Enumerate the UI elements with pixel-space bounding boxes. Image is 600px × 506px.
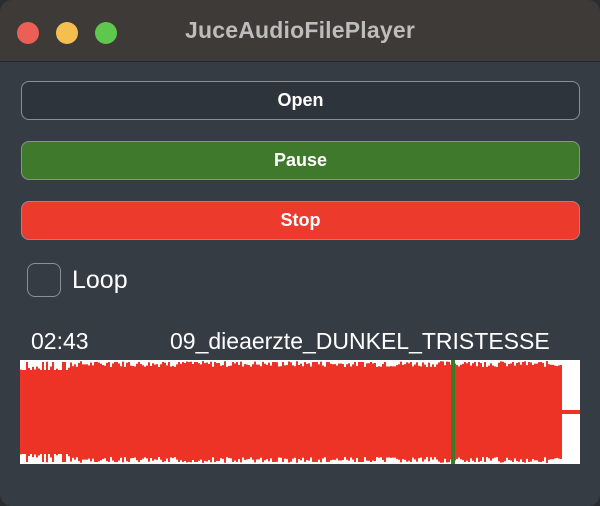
loop-checkbox[interactable] — [27, 263, 61, 297]
pause-button[interactable]: Pause — [21, 141, 580, 180]
waveform-display[interactable] — [20, 360, 580, 464]
app-window: JuceAudioFilePlayer Open Pause Stop Loop… — [0, 0, 600, 506]
window-title: JuceAudioFilePlayer — [184, 17, 416, 43]
waveform-tail — [561, 410, 580, 414]
stop-button[interactable]: Stop — [21, 201, 580, 240]
waveform-graphic — [20, 360, 580, 464]
open-button[interactable]: Open — [21, 81, 580, 120]
playback-time: 02:43 — [31, 328, 89, 354]
playhead-marker[interactable] — [451, 360, 455, 464]
waveform-body — [20, 370, 561, 454]
file-name: 09_dieaerzte_DUNKEL_TRISTESSE — [170, 328, 550, 354]
loop-label: Loop — [72, 266, 128, 294]
title-bar[interactable]: JuceAudioFilePlayer — [0, 0, 600, 62]
